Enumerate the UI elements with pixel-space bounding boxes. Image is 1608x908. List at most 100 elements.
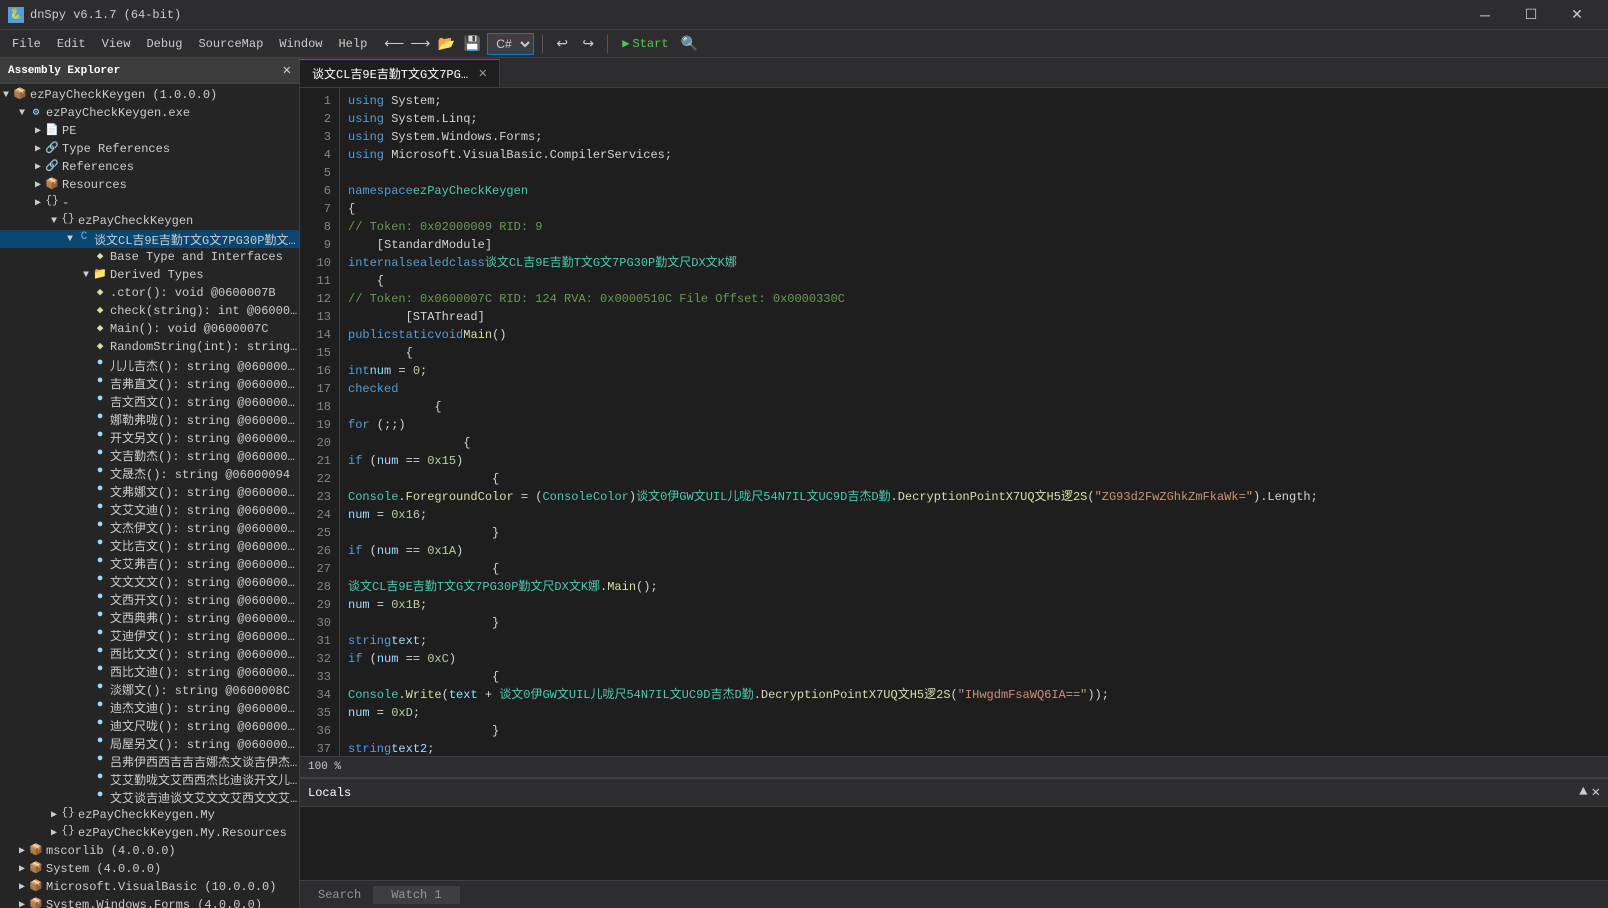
tree-node-label: Base Type and Interfaces — [110, 250, 283, 264]
tree-node-label: 吕弗伊西西吉吉吉娜杰文谈吉伊杰儿 — [110, 753, 299, 770]
tree-node[interactable]: ●文艾文迪(): string @06000082 — [0, 500, 299, 518]
tree-node[interactable]: ●文吉勤杰(): string @06000086 — [0, 446, 299, 464]
tree-node[interactable]: ▶📦Microsoft.VisualBasic (10.0.0.0) — [0, 878, 299, 896]
line-number: 10 — [308, 254, 331, 272]
tree-node[interactable]: ●文艾弗吉(): string @0600008A — [0, 554, 299, 572]
code-line: if (num == 0x15) — [348, 452, 1600, 470]
tree-node[interactable]: ●儿儿吉杰(): string @06000080 — [0, 356, 299, 374]
tree-node[interactable]: ▼C谈文CL吉9E吉勤T文G文7PG30P勤文尺D — [0, 230, 299, 248]
tree-node[interactable]: ▼⚙ezPayCheckKeygen.exe — [0, 104, 299, 122]
panel-title: Locals — [308, 786, 351, 800]
tree-node[interactable]: ●吕弗伊西西吉吉吉娜杰文谈吉伊杰儿 — [0, 752, 299, 770]
toolbar-open-button[interactable]: 📂 — [435, 33, 457, 55]
tree-node[interactable]: ●西比文迪(): string @06000095 — [0, 662, 299, 680]
bottom-tab-search[interactable]: Search — [308, 884, 371, 906]
tree-view[interactable]: ▼📦ezPayCheckKeygen (1.0.0.0)▼⚙ezPayCheck… — [0, 84, 299, 908]
tree-node[interactable]: ●文文文文(): string @0600008D — [0, 572, 299, 590]
bottom-tab-watch1[interactable]: Watch 1 — [381, 884, 451, 906]
bottom-content — [300, 807, 1608, 880]
tree-node[interactable]: ●艾迪伊文(): string @06000088 — [0, 626, 299, 644]
tree-node-label: RandomString(int): string @0600007 — [110, 340, 299, 354]
search-button[interactable]: 🔍 — [679, 33, 701, 55]
zoom-level: 100 % — [308, 761, 341, 773]
tree-node[interactable]: ◆Main(): void @0600007C — [0, 320, 299, 338]
tree-node[interactable]: ●迪文尺咙(): string @0600008B — [0, 716, 299, 734]
tree-node[interactable]: ▼📁Derived Types — [0, 266, 299, 284]
tree-node-icon: ◆ — [92, 285, 108, 301]
code-line: using System.Windows.Forms; — [348, 128, 1600, 146]
menu-window[interactable]: Window — [271, 33, 330, 55]
line-number: 8 — [308, 218, 331, 236]
code-line: { — [348, 668, 1600, 686]
menu-sourcemap[interactable]: SourceMap — [190, 33, 271, 55]
code-tab-active[interactable]: 谈文CL吉9E吉勤T文G文7PG30P勤文尺DX艾... ✕ — [300, 59, 500, 87]
tree-node[interactable]: ▼📦ezPayCheckKeygen (1.0.0.0) — [0, 86, 299, 104]
maximize-button[interactable]: ☐ — [1508, 0, 1554, 30]
code-line: num = 0x1B; — [348, 596, 1600, 614]
menu-file[interactable]: File — [4, 33, 49, 55]
toolbar-save-button[interactable]: 💾 — [461, 33, 483, 55]
tree-node-label: ezPayCheckKeygen.exe — [46, 106, 190, 120]
tree-node[interactable]: ●文西开文(): string @0600008F — [0, 590, 299, 608]
toolbar-undo-button[interactable]: ↩ — [551, 33, 573, 55]
language-select[interactable]: C# IL VB — [487, 33, 534, 55]
tree-node[interactable]: ●文比吉文(): string @06000091 — [0, 536, 299, 554]
tree-node[interactable]: ●文艾谈吉迪谈文艾文文艾西文文艾儿开咙 — [0, 788, 299, 806]
tree-node[interactable]: ●西比文文(): string @06000085 — [0, 644, 299, 662]
tree-node[interactable]: ▶🔗Type References — [0, 140, 299, 158]
tree-node[interactable]: ●吉弗直文(): string @06000092 — [0, 374, 299, 392]
tree-node[interactable]: ●局屋另文(): string @06000087 — [0, 734, 299, 752]
tree-node[interactable]: ◆RandomString(int): string @0600007 — [0, 338, 299, 356]
tree-node[interactable]: ◆Base Type and Interfaces — [0, 248, 299, 266]
tree-node[interactable]: ●艾艾勤咙文艾西西杰比迪谈开文儿开 — [0, 770, 299, 788]
start-button[interactable]: ▶ Start — [616, 34, 674, 53]
toolbar-forward-button[interactable]: ⟶ — [409, 33, 431, 55]
menu-debug[interactable]: Debug — [138, 33, 190, 55]
tree-node[interactable]: ▶{}- — [0, 194, 299, 212]
tree-node[interactable]: ●娜勒弗咙(): string @06000083 — [0, 410, 299, 428]
tree-node[interactable]: ●迪杰文迪(): string @06000081 — [0, 698, 299, 716]
toolbar-redo-button[interactable]: ↪ — [577, 33, 599, 55]
tree-node[interactable]: ●淡娜文(): string @0600008C — [0, 680, 299, 698]
explorer-close-button[interactable]: ✕ — [283, 62, 291, 79]
menu-help[interactable]: Help — [330, 33, 375, 55]
tree-node-icon: ● — [92, 483, 108, 499]
tree-node[interactable]: ▶🔗References — [0, 158, 299, 176]
tree-node[interactable]: ▼{}ezPayCheckKeygen — [0, 212, 299, 230]
code-editor[interactable]: 1234567891011121314151617181920212223242… — [300, 88, 1608, 756]
tree-node-label: 局屋另文(): string @06000087 — [110, 735, 299, 752]
tree-node[interactable]: ◆.ctor(): void @0600007B — [0, 284, 299, 302]
tab-close-button[interactable]: ✕ — [479, 65, 487, 82]
panel-close-button[interactable]: ✕ — [1592, 784, 1600, 801]
tree-node[interactable]: ●文西典弗(): string @0600008E — [0, 608, 299, 626]
tree-node[interactable]: ●吉文西文(): string @06000093 — [0, 392, 299, 410]
close-button[interactable]: ✕ — [1554, 0, 1600, 30]
tree-expand-icon: ▶ — [48, 827, 60, 839]
tree-node[interactable]: ●文杰伊文(): string @06000090 — [0, 518, 299, 536]
tree-node[interactable]: ▶📄PE — [0, 122, 299, 140]
tree-node[interactable]: ▶📦Resources — [0, 176, 299, 194]
tree-node-label: 吉弗直文(): string @06000092 — [110, 375, 299, 392]
menu-view[interactable]: View — [94, 33, 139, 55]
tree-node[interactable]: ●文弗娜文(): string @06000089 — [0, 482, 299, 500]
tree-node[interactable]: ●文晟杰(): string @06000094 — [0, 464, 299, 482]
start-label: Start — [633, 37, 669, 51]
tree-node[interactable]: ▶📦mscorlib (4.0.0.0) — [0, 842, 299, 860]
menu-edit[interactable]: Edit — [49, 33, 94, 55]
tree-node[interactable]: ▶{}ezPayCheckKeygen.My.Resources — [0, 824, 299, 842]
tree-node-icon: ● — [92, 663, 108, 679]
minimize-button[interactable]: ─ — [1462, 0, 1508, 30]
code-line: { — [348, 398, 1600, 416]
line-number: 15 — [308, 344, 331, 362]
line-number: 18 — [308, 398, 331, 416]
panel-expand-button[interactable]: ▲ — [1579, 784, 1587, 801]
tree-node-label: References — [62, 160, 134, 174]
tree-node[interactable]: ▶{}ezPayCheckKeygen.My — [0, 806, 299, 824]
tree-node-icon: ● — [92, 699, 108, 715]
tree-node[interactable]: ▶📦System (4.0.0.0) — [0, 860, 299, 878]
toolbar-back-button[interactable]: ⟵ — [383, 33, 405, 55]
tree-node[interactable]: ●开文另文(): string @06000084 — [0, 428, 299, 446]
line-number: 28 — [308, 578, 331, 596]
tree-node[interactable]: ▶📦System.Windows.Forms (4.0.0.0) — [0, 896, 299, 908]
tree-node[interactable]: ◆check(string): int @0600007D — [0, 302, 299, 320]
